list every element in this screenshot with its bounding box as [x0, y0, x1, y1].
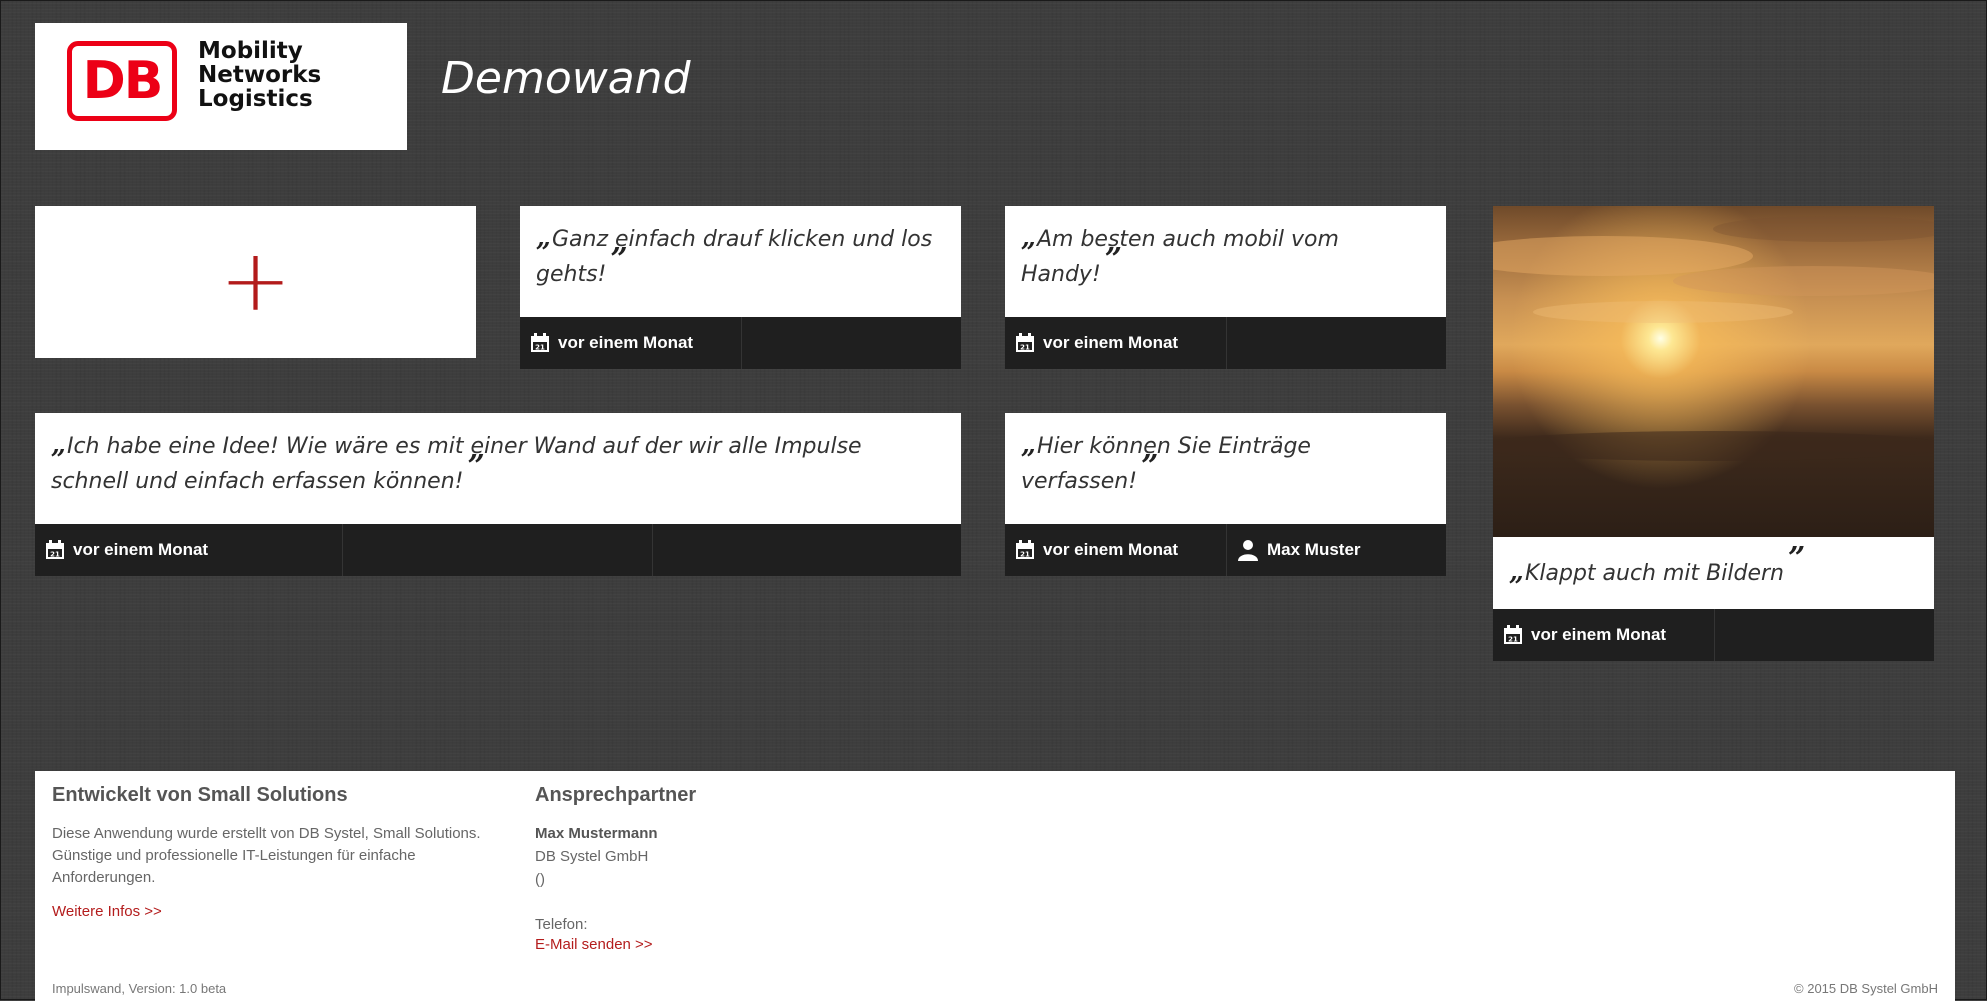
svg-text:21: 21 — [1508, 636, 1518, 644]
contact-company: DB Systel GmbH — [535, 848, 649, 865]
footer-contact-heading: Ansprechpartner — [535, 784, 697, 806]
svg-text:21: 21 — [1020, 344, 1030, 352]
plus-icon: + — [219, 230, 292, 331]
calendar-icon: 21 — [531, 333, 549, 352]
logo-tagline: Mobility Networks Logistics — [198, 39, 398, 111]
footer-developer-heading: Entwickelt von Small Solutions — [52, 784, 348, 806]
sunset-image — [1493, 206, 1934, 537]
svg-text:21: 21 — [1020, 551, 1030, 559]
entry-date: 21 vor einem Monat — [1005, 524, 1227, 576]
entry-meta-bar: 21 vor einem Monat — [1493, 609, 1934, 661]
entry-meta-empty — [343, 524, 653, 576]
entry-quote-box: „ Klappt auch mit Bildern” — [1493, 537, 1934, 609]
entry-date: 21 vor einem Monat — [1493, 609, 1715, 661]
cloud-shape — [1713, 216, 1934, 242]
entry-date: 21 vor einem Monat — [520, 317, 742, 369]
entry-quote: „ Hier können Sie Einträge verfassen!” — [1021, 430, 1311, 494]
entry-date: 21 vor einem Monat — [1005, 317, 1227, 369]
close-quote-icon: ” — [467, 449, 484, 484]
entry-quote: „ Ich habe eine Idee! Wie wäre es mit ein… — [51, 430, 862, 494]
db-logo-mark: DB — [67, 41, 177, 121]
add-entry-button[interactable]: + — [35, 206, 476, 358]
entry-quote-box: „ Ganz einfach drauf klicken und los geht… — [520, 206, 961, 317]
entry-meta-bar: 21 vor einem Monat Max Muster — [1005, 524, 1446, 576]
svg-text:21: 21 — [50, 551, 60, 559]
entry-quote-box: „ Am besten auch mobil vom Handy!” — [1005, 206, 1446, 317]
entry-quote-box: „ Ich habe eine Idee! Wie wäre es mit ein… — [35, 413, 961, 524]
more-info-link[interactable]: Weitere Infos >> — [52, 903, 162, 920]
entry-meta-bar: 21 vor einem Monat — [520, 317, 961, 369]
calendar-icon: 21 — [46, 540, 64, 559]
version-text: Impulswand, Version: 1.0 beta — [52, 981, 227, 996]
open-quote-icon: „ — [1021, 223, 1036, 253]
entry-card-image[interactable]: „ Klappt auch mit Bildern” 21 vor einem M… — [1493, 206, 1934, 661]
contact-name: Max Mustermann — [535, 825, 658, 842]
open-quote-icon: „ — [1021, 430, 1036, 460]
entry-card[interactable]: „ Ganz einfach drauf klicken und los geht… — [520, 206, 961, 369]
copyright-text: © 2015 DB Systel GmbH — [1794, 981, 1938, 996]
footer: Entwickelt von Small Solutions Diese Anw… — [35, 771, 1955, 1001]
entry-card[interactable]: „ Ich habe eine Idee! Wie wäre es mit ein… — [35, 413, 961, 576]
entry-author[interactable]: Max Muster — [1227, 524, 1446, 576]
entry-card[interactable]: „ Am besten auch mobil vom Handy!” 21 vor… — [1005, 206, 1446, 369]
logo[interactable]: DB Mobility Networks Logistics — [35, 23, 407, 150]
close-quote-icon: ” — [1104, 242, 1122, 277]
entry-quote: „ Ganz einfach drauf klicken und los geht… — [536, 223, 933, 287]
svg-text:21: 21 — [535, 344, 545, 352]
logo-line-mobility: Mobility — [198, 38, 303, 64]
horizon-hills — [1493, 431, 1934, 461]
logo-line-networks: Networks — [198, 62, 322, 88]
entry-quote-box: „ Hier können Sie Einträge verfassen!” — [1005, 413, 1446, 524]
contact-phone-label: Telefon: — [535, 916, 588, 933]
open-quote-icon: „ — [1509, 557, 1524, 587]
entry-quote: „ Klappt auch mit Bildern” — [1509, 541, 1805, 588]
entry-quote: „ Am besten auch mobil vom Handy!” — [1021, 223, 1339, 287]
footer-developer-text: Diese Anwendung wurde erstellt von DB Sy… — [52, 825, 481, 886]
open-quote-icon: „ — [536, 223, 551, 253]
entry-card[interactable]: „ Hier können Sie Einträge verfassen!” 21… — [1005, 413, 1446, 576]
entry-meta-bar: 21 vor einem Monat — [1005, 317, 1446, 369]
entry-date: 21 vor einem Monat — [35, 524, 343, 576]
close-quote-icon: ” — [1141, 449, 1158, 484]
close-quote-icon: ” — [1787, 541, 1805, 576]
close-quote-icon: ” — [610, 242, 627, 277]
contact-parens: () — [535, 871, 545, 888]
email-send-link[interactable]: E-Mail senden >> — [535, 936, 653, 953]
user-icon — [1238, 540, 1258, 561]
logo-line-logistics: Logistics — [198, 86, 313, 112]
entry-meta-bar: 21 vor einem Monat — [35, 524, 961, 576]
calendar-icon: 21 — [1016, 540, 1034, 559]
open-quote-icon: „ — [51, 430, 66, 460]
cloud-shape — [1673, 266, 1934, 296]
cloud-shape — [1533, 301, 1793, 323]
calendar-icon: 21 — [1504, 625, 1522, 644]
calendar-icon: 21 — [1016, 333, 1034, 352]
page-title: Demowand — [441, 53, 691, 104]
